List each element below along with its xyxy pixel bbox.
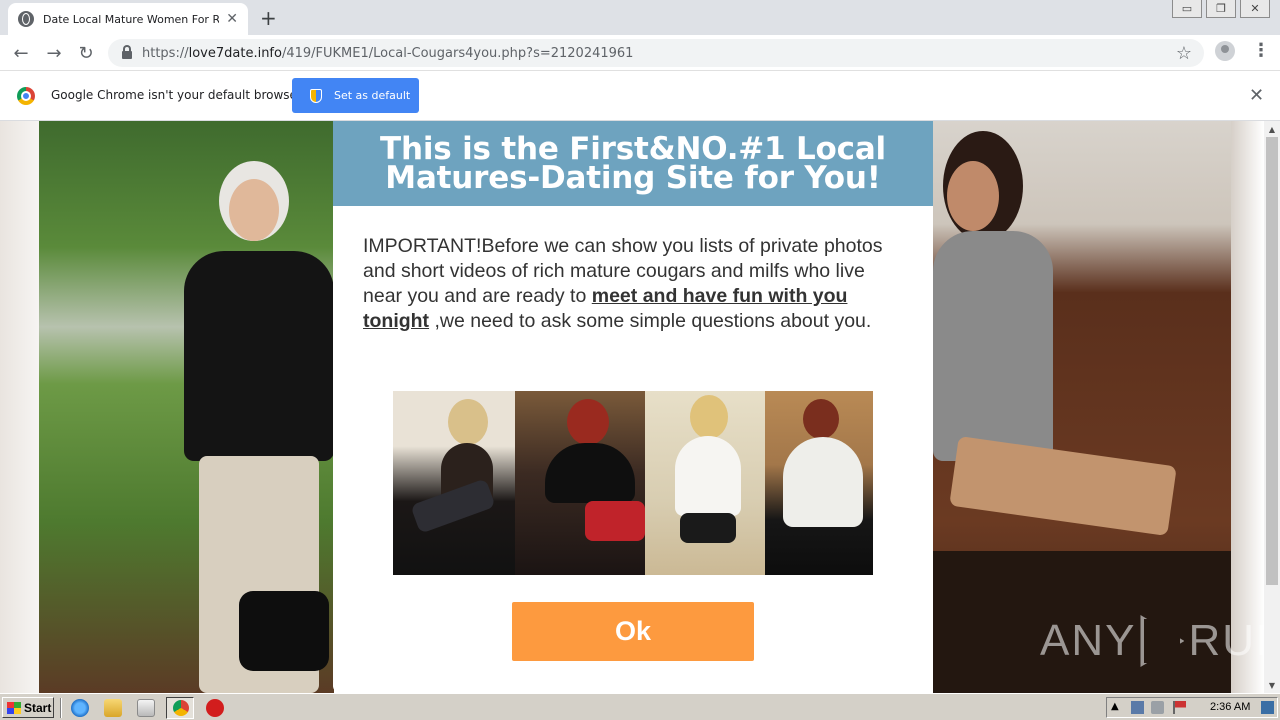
network-icon[interactable] [1131,701,1144,714]
browser-toolbar: ← → ↻ https://love7date.info/419/FUKME1/… [0,35,1280,71]
photo-figure-top [184,251,334,461]
back-arrow-icon[interactable]: ← [9,41,33,65]
url-text: https://love7date.info/419/FUKME1/Local-… [142,45,634,61]
infobar-message: Google Chrome isn't your default browser [51,88,302,102]
photo-handbag [239,591,329,671]
anyrun-watermark: ANY RUN [1040,615,1264,667]
collage-photo-2 [515,391,645,575]
dating-popup-modal: This is the First&NO.#1 Local Matures-Da… [333,121,933,692]
scroll-thumb[interactable] [1266,137,1278,585]
reload-icon[interactable]: ↻ [74,41,98,65]
background-photo-right [933,121,1231,693]
stop-icon[interactable] [206,699,224,717]
ok-button[interactable]: Ok [512,602,754,661]
infobar-close-icon[interactable]: ✕ [1249,85,1264,106]
taskbar-clock: 2:36 AM [1210,701,1251,713]
set-as-default-label: Set as default [334,89,411,102]
play-icon [1140,615,1185,667]
bookmark-star-icon[interactable]: ☆ [1176,43,1192,64]
collage-photo-1 [393,391,515,575]
scroll-up-arrow-icon[interactable]: ▲ [1264,121,1280,137]
tray-expand-icon[interactable]: ▲ [1111,701,1124,714]
profile-avatar-icon[interactable] [1215,41,1235,61]
modal-header: This is the First&NO.#1 Local Matures-Da… [333,121,933,206]
system-tray: ▲ 2:36 AM [1106,697,1278,718]
window-controls: ▭ ❐ ✕ [1168,0,1270,18]
modal-body-text: IMPORTANT!Before we can show you lists o… [363,235,883,332]
volume-icon[interactable] [1151,701,1164,714]
collage-photo-3 [645,391,765,575]
forward-arrow-icon[interactable]: → [42,41,66,65]
restore-button[interactable]: ❐ [1206,0,1236,18]
page-edge-fade [1231,121,1264,693]
modal-title: This is the First&NO.#1 Local Matures-Da… [380,130,886,196]
lock-icon [122,45,132,59]
photo-figure-face [229,179,279,241]
close-window-button[interactable]: ✕ [1240,0,1270,18]
chrome-logo-icon [17,87,35,105]
tab-strip: Date Local Mature Women For Real I ✕ + ▭… [0,0,1280,35]
shield-icon [310,88,322,103]
media-player-icon[interactable] [137,699,155,717]
start-button[interactable]: Start [2,697,54,718]
chrome-icon [173,700,189,716]
set-as-default-button[interactable]: Set as default [292,78,419,113]
menu-kebab-icon[interactable]: ⋮ [1252,40,1270,61]
tab-title: Date Local Mature Women For Real I [43,12,219,26]
folder-icon[interactable] [104,699,122,717]
web-page: This is the First&NO.#1 Local Matures-Da… [0,121,1264,693]
photo-figure-dress [933,231,1053,461]
internet-explorer-icon[interactable] [71,699,89,717]
default-browser-infobar: Google Chrome isn't your default browser… [0,71,1280,121]
desktop-icon[interactable] [1261,701,1274,714]
collage-photo-4 [765,391,873,575]
minimize-button[interactable]: ▭ [1172,0,1202,18]
scroll-down-arrow-icon[interactable]: ▼ [1264,677,1280,693]
chrome-taskbar-button[interactable] [166,697,194,719]
windows-taskbar: Start ▲ 2:36 AM [0,693,1280,720]
windows-logo-icon [7,701,21,714]
page-scrollbar[interactable]: ▲ ▼ [1264,121,1280,693]
background-photo-left [39,121,334,693]
photo-collage [393,391,873,575]
globe-icon [18,11,34,27]
new-tab-button[interactable]: + [260,6,277,30]
photo-figure-face [947,161,999,231]
flag-icon[interactable] [1173,701,1186,714]
address-bar[interactable]: https://love7date.info/419/FUKME1/Local-… [108,39,1204,67]
browser-tab[interactable]: Date Local Mature Women For Real I ✕ [8,3,248,35]
photo-figure-legs [949,436,1177,536]
taskbar-separator [60,698,62,718]
tab-close-button[interactable]: ✕ [226,11,238,27]
